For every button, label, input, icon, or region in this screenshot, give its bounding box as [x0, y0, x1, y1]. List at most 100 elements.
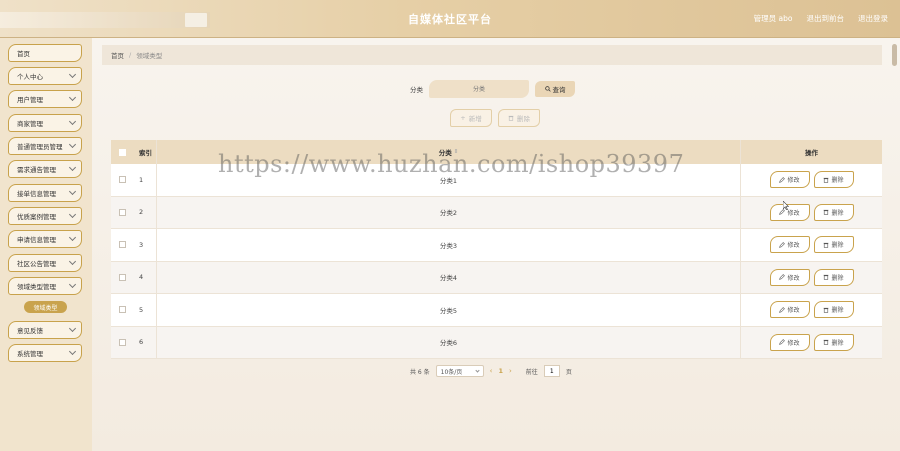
edit-button[interactable]: 修改 — [769, 333, 810, 351]
goto-page-input[interactable] — [543, 365, 560, 377]
chevron-down-icon — [68, 93, 77, 102]
row-checkbox[interactable] — [118, 176, 126, 184]
sidebar-item-label: 用户管理 — [17, 96, 43, 104]
row-checkbox[interactable] — [118, 208, 126, 216]
edit-icon — [779, 241, 786, 248]
table-row: 2 分类2 修改 删除 — [111, 196, 882, 229]
sidebar-item-demand-notices[interactable]: 需求通告管理 — [8, 160, 82, 178]
next-page-icon[interactable]: › — [509, 367, 512, 375]
delete-button-label: 删除 — [831, 177, 844, 185]
goto-frontend-link[interactable]: 退出到前台 — [807, 13, 845, 24]
page-size-value: 10条/页 — [440, 368, 463, 376]
data-table: 索引 分类 ⇕ 操作 1 分类1 修改 删除 2 分类2 修改 删除 3 分类3… — [111, 140, 882, 359]
table-row: 6 分类6 修改 删除 — [111, 326, 882, 359]
delete-button[interactable]: 删除 — [813, 268, 854, 286]
sidebar-item-announcements[interactable]: 社区公告管理 — [8, 254, 82, 272]
sidebar-item-label: 接单信息管理 — [17, 190, 56, 198]
edit-button[interactable]: 修改 — [769, 236, 810, 254]
row-checkbox[interactable] — [118, 273, 126, 281]
delete-button[interactable]: 删除 — [813, 203, 854, 221]
delete-button[interactable]: 删除 — [813, 333, 854, 351]
trash-icon — [824, 177, 829, 183]
sidebar-item-admins[interactable]: 普通管理员管理 — [8, 137, 82, 155]
plus-icon: + — [460, 114, 466, 122]
sidebar-item-orders[interactable]: 接单信息管理 — [8, 184, 82, 202]
edit-icon — [779, 306, 786, 313]
delete-button-label: 删除 — [831, 242, 844, 250]
breadcrumb-separator: / — [129, 51, 132, 59]
header-category[interactable]: 分类 ⇕ — [157, 140, 741, 164]
sidebar-item-personal-center[interactable]: 个人中心 — [8, 67, 82, 85]
sidebar-item-label: 社区公告管理 — [17, 260, 56, 268]
edit-button[interactable]: 修改 — [769, 301, 810, 319]
edit-button[interactable]: 修改 — [769, 268, 810, 286]
pagination-total: 共 6 条 — [410, 368, 430, 376]
sort-icon[interactable]: ⇕ — [454, 149, 459, 155]
row-category: 分类1 — [157, 164, 741, 196]
table-row: 3 分类3 修改 删除 — [111, 229, 882, 262]
chevron-down-icon — [68, 280, 77, 289]
sidebar-item-home[interactable]: 首页 — [8, 44, 82, 62]
delete-button-label: 删除 — [517, 115, 530, 123]
sidebar-item-system[interactable]: 系统管理 — [8, 344, 82, 362]
breadcrumb-home[interactable]: 首页 — [111, 50, 124, 60]
row-category: 分类3 — [157, 229, 741, 261]
query-button-label: 查询 — [552, 86, 566, 94]
trash-icon — [824, 242, 829, 248]
page-number-current[interactable]: 1 — [498, 367, 503, 375]
sidebar-item-label: 需求通告管理 — [17, 166, 56, 174]
sidebar-item-label: 首页 — [17, 50, 30, 58]
sidebar-item-users[interactable]: 用户管理 — [8, 90, 82, 108]
edit-button[interactable]: 修改 — [769, 203, 810, 221]
sidebar-item-merchants[interactable]: 商家管理 — [8, 114, 82, 132]
table-header: 索引 分类 ⇕ 操作 — [111, 140, 882, 164]
row-actions: 修改 删除 — [741, 268, 882, 286]
chevron-down-icon — [68, 233, 77, 242]
main-content: 首页 / 领域类型 分类 查询 + 新增 删除 索引 分类 ⇕ 操作 — [92, 38, 900, 451]
category-search-input[interactable] — [429, 80, 529, 98]
delete-button-label: 删除 — [831, 339, 844, 347]
row-actions: 修改 删除 — [741, 203, 882, 221]
row-category: 分类6 — [157, 326, 741, 358]
chevron-down-icon — [68, 163, 77, 172]
edit-button-label: 修改 — [787, 274, 800, 282]
page-unit-label: 页 — [565, 368, 572, 376]
admin-user-link[interactable]: 管理员 abo — [754, 13, 793, 24]
delete-button[interactable]: 删除 — [813, 236, 854, 254]
chevron-down-icon — [68, 117, 77, 126]
row-checkbox[interactable] — [118, 241, 126, 249]
edit-button[interactable]: 修改 — [769, 171, 810, 189]
row-category: 分类5 — [157, 294, 741, 326]
search-label: 分类 — [410, 86, 423, 94]
batch-delete-button[interactable]: 删除 — [498, 109, 540, 127]
trash-icon — [824, 340, 829, 345]
sidebar-item-label: 普通管理员管理 — [17, 143, 63, 151]
row-checkbox[interactable] — [118, 338, 126, 346]
add-button-label: 新增 — [468, 115, 482, 123]
sidebar-item-cases[interactable]: 优质案例管理 — [8, 207, 82, 225]
delete-button-label: 删除 — [831, 209, 844, 217]
chevron-down-icon — [68, 257, 77, 266]
edit-button-label: 修改 — [787, 209, 800, 217]
row-actions: 修改 删除 — [741, 236, 882, 254]
sidebar-item-applications[interactable]: 申请信息管理 — [8, 230, 82, 248]
row-index: 3 — [133, 229, 157, 261]
row-checkbox[interactable] — [118, 306, 126, 314]
sidebar-item-domain-types[interactable]: 领域类型管理 — [8, 277, 82, 295]
select-all-checkbox[interactable] — [118, 148, 126, 156]
delete-button[interactable]: 删除 — [813, 171, 854, 189]
edit-button-label: 修改 — [787, 242, 800, 250]
prev-page-icon[interactable]: ‹ — [490, 367, 493, 375]
mouse-cursor-icon — [783, 201, 789, 210]
query-button[interactable]: 查询 — [535, 81, 575, 97]
delete-button[interactable]: 删除 — [813, 301, 854, 319]
sidebar-subitem-domain-type[interactable]: 领域类型 — [24, 301, 67, 313]
chevron-down-icon — [68, 210, 77, 219]
sidebar-item-label: 个人中心 — [17, 73, 43, 81]
edit-icon — [779, 176, 786, 183]
page-size-select[interactable]: 10条/页 — [435, 365, 484, 377]
add-button[interactable]: + 新增 — [450, 109, 492, 127]
page-scrollbar[interactable] — [892, 44, 897, 66]
logout-link[interactable]: 退出登录 — [858, 13, 888, 24]
sidebar-item-feedback[interactable]: 意见反馈 — [8, 321, 82, 339]
